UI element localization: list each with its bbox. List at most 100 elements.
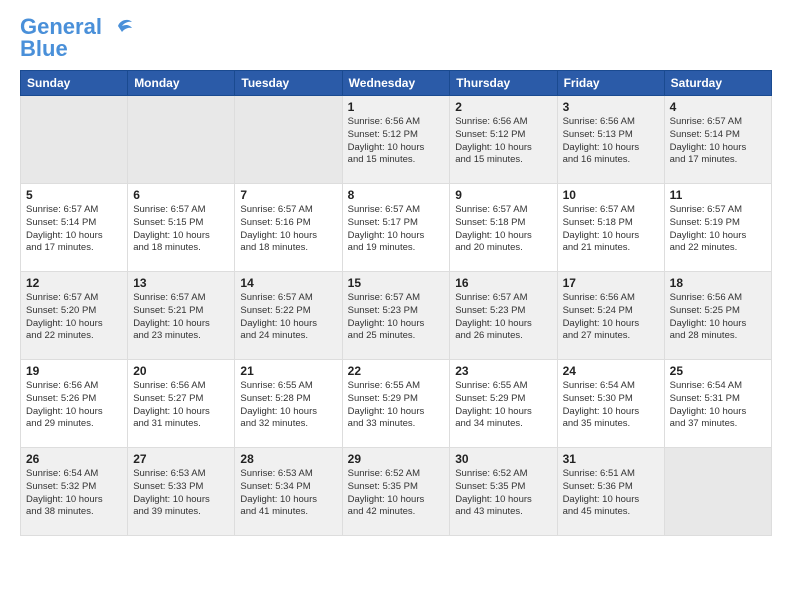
day-number: 20 — [133, 364, 229, 378]
cell-info: Sunrise: 6:55 AM Sunset: 5:29 PM Dayligh… — [455, 380, 551, 431]
day-number: 10 — [563, 188, 659, 202]
cell-info: Sunrise: 6:56 AM Sunset: 5:12 PM Dayligh… — [348, 116, 445, 167]
calendar-cell: 6 Sunrise: 6:57 AM Sunset: 5:15 PM Daylig… — [128, 184, 235, 272]
calendar-cell: 15 Sunrise: 6:57 AM Sunset: 5:23 PM Dayli… — [342, 272, 450, 360]
cell-info: Sunrise: 6:57 AM Sunset: 5:14 PM Dayligh… — [670, 116, 766, 167]
day-number: 6 — [133, 188, 229, 202]
day-number: 24 — [563, 364, 659, 378]
calendar-cell: 28Sunrise: 6:53 AM Sunset: 5:34 PM Dayli… — [235, 448, 342, 536]
calendar-cell: 18 Sunrise: 6:56 AM Sunset: 5:25 PM Dayli… — [664, 272, 771, 360]
weekday-header-cell: Wednesday — [342, 71, 450, 96]
cell-info: Sunrise: 6:56 AM Sunset: 5:13 PM Dayligh… — [563, 116, 659, 167]
day-number: 19 — [26, 364, 122, 378]
calendar-week-row: 1 Sunrise: 6:56 AM Sunset: 5:12 PM Daylig… — [21, 96, 772, 184]
calendar-cell: 3 Sunrise: 6:56 AM Sunset: 5:13 PM Daylig… — [557, 96, 664, 184]
calendar-cell: 14 Sunrise: 6:57 AM Sunset: 5:22 PM Dayli… — [235, 272, 342, 360]
page-container: General Blue SundayMondayTuesdayWednesda… — [0, 0, 792, 546]
calendar-table: SundayMondayTuesdayWednesdayThursdayFrid… — [20, 70, 772, 536]
calendar-cell: 31Sunrise: 6:51 AM Sunset: 5:36 PM Dayli… — [557, 448, 664, 536]
day-number: 3 — [563, 100, 659, 114]
day-number: 1 — [348, 100, 445, 114]
day-number: 31 — [563, 452, 659, 466]
calendar-cell: 17 Sunrise: 6:56 AM Sunset: 5:24 PM Dayli… — [557, 272, 664, 360]
calendar-week-row: 19 Sunrise: 6:56 AM Sunset: 5:26 PM Dayli… — [21, 360, 772, 448]
day-number: 9 — [455, 188, 551, 202]
calendar-cell: 23 Sunrise: 6:55 AM Sunset: 5:29 PM Dayli… — [450, 360, 557, 448]
weekday-header-cell: Monday — [128, 71, 235, 96]
calendar-cell: 19 Sunrise: 6:56 AM Sunset: 5:26 PM Dayli… — [21, 360, 128, 448]
day-number: 30 — [455, 452, 551, 466]
day-number: 28 — [240, 452, 336, 466]
weekday-header-cell: Thursday — [450, 71, 557, 96]
cell-info: Sunrise: 6:54 AM Sunset: 5:31 PM Dayligh… — [670, 380, 766, 431]
cell-info: Sunrise: 6:57 AM Sunset: 5:22 PM Dayligh… — [240, 292, 336, 343]
day-number: 8 — [348, 188, 445, 202]
calendar-cell: 22 Sunrise: 6:55 AM Sunset: 5:29 PM Dayli… — [342, 360, 450, 448]
day-number: 21 — [240, 364, 336, 378]
calendar-cell — [664, 448, 771, 536]
calendar-week-row: 12Sunrise: 6:57 AM Sunset: 5:20 PM Dayli… — [21, 272, 772, 360]
logo: General Blue — [20, 16, 132, 60]
cell-info: Sunrise: 6:55 AM Sunset: 5:29 PM Dayligh… — [348, 380, 445, 431]
day-number: 2 — [455, 100, 551, 114]
calendar-cell: 26 Sunrise: 6:54 AM Sunset: 5:32 PM Dayli… — [21, 448, 128, 536]
day-number: 11 — [670, 188, 766, 202]
cell-info: Sunrise: 6:57 AM Sunset: 5:15 PM Dayligh… — [133, 204, 229, 255]
logo-text: General Blue — [20, 16, 102, 60]
weekday-header-row: SundayMondayTuesdayWednesdayThursdayFrid… — [21, 71, 772, 96]
cell-info: Sunrise: 6:56 AM Sunset: 5:25 PM Dayligh… — [670, 292, 766, 343]
calendar-cell: 16Sunrise: 6:57 AM Sunset: 5:23 PM Dayli… — [450, 272, 557, 360]
day-number: 4 — [670, 100, 766, 114]
day-number: 5 — [26, 188, 122, 202]
cell-info: Sunrise: 6:56 AM Sunset: 5:27 PM Dayligh… — [133, 380, 229, 431]
day-number: 27 — [133, 452, 229, 466]
cell-info: Sunrise: 6:53 AM Sunset: 5:33 PM Dayligh… — [133, 468, 229, 519]
day-number: 22 — [348, 364, 445, 378]
day-number: 29 — [348, 452, 445, 466]
calendar-cell: 29 Sunrise: 6:52 AM Sunset: 5:35 PM Dayli… — [342, 448, 450, 536]
day-number: 7 — [240, 188, 336, 202]
weekday-header-cell: Friday — [557, 71, 664, 96]
calendar-cell — [128, 96, 235, 184]
calendar-cell: 27 Sunrise: 6:53 AM Sunset: 5:33 PM Dayli… — [128, 448, 235, 536]
calendar-cell: 21Sunrise: 6:55 AM Sunset: 5:28 PM Dayli… — [235, 360, 342, 448]
cell-info: Sunrise: 6:57 AM Sunset: 5:17 PM Dayligh… — [348, 204, 445, 255]
day-number: 17 — [563, 276, 659, 290]
cell-info: Sunrise: 6:57 AM Sunset: 5:14 PM Dayligh… — [26, 204, 122, 255]
logo-bird-icon — [104, 18, 132, 40]
cell-info: Sunrise: 6:54 AM Sunset: 5:30 PM Dayligh… — [563, 380, 659, 431]
cell-info: Sunrise: 6:57 AM Sunset: 5:23 PM Dayligh… — [348, 292, 445, 343]
cell-info: Sunrise: 6:57 AM Sunset: 5:16 PM Dayligh… — [240, 204, 336, 255]
day-number: 26 — [26, 452, 122, 466]
calendar-cell: 11 Sunrise: 6:57 AM Sunset: 5:19 PM Dayli… — [664, 184, 771, 272]
calendar-cell: 5 Sunrise: 6:57 AM Sunset: 5:14 PM Daylig… — [21, 184, 128, 272]
calendar-cell: 9Sunrise: 6:57 AM Sunset: 5:18 PM Daylig… — [450, 184, 557, 272]
weekday-header-cell: Tuesday — [235, 71, 342, 96]
calendar-cell: 7 Sunrise: 6:57 AM Sunset: 5:16 PM Daylig… — [235, 184, 342, 272]
cell-info: Sunrise: 6:57 AM Sunset: 5:18 PM Dayligh… — [563, 204, 659, 255]
cell-info: Sunrise: 6:56 AM Sunset: 5:26 PM Dayligh… — [26, 380, 122, 431]
day-number: 13 — [133, 276, 229, 290]
day-number: 15 — [348, 276, 445, 290]
calendar-cell: 25Sunrise: 6:54 AM Sunset: 5:31 PM Dayli… — [664, 360, 771, 448]
cell-info: Sunrise: 6:56 AM Sunset: 5:12 PM Dayligh… — [455, 116, 551, 167]
cell-info: Sunrise: 6:56 AM Sunset: 5:24 PM Dayligh… — [563, 292, 659, 343]
day-number: 18 — [670, 276, 766, 290]
calendar-cell: 12Sunrise: 6:57 AM Sunset: 5:20 PM Dayli… — [21, 272, 128, 360]
weekday-header-cell: Sunday — [21, 71, 128, 96]
cell-info: Sunrise: 6:57 AM Sunset: 5:19 PM Dayligh… — [670, 204, 766, 255]
day-number: 14 — [240, 276, 336, 290]
cell-info: Sunrise: 6:52 AM Sunset: 5:35 PM Dayligh… — [348, 468, 445, 519]
cell-info: Sunrise: 6:57 AM Sunset: 5:23 PM Dayligh… — [455, 292, 551, 343]
logo-blue: Blue — [20, 36, 68, 61]
cell-info: Sunrise: 6:54 AM Sunset: 5:32 PM Dayligh… — [26, 468, 122, 519]
day-number: 23 — [455, 364, 551, 378]
page-header: General Blue — [20, 16, 772, 60]
calendar-cell: 4 Sunrise: 6:57 AM Sunset: 5:14 PM Daylig… — [664, 96, 771, 184]
cell-info: Sunrise: 6:57 AM Sunset: 5:21 PM Dayligh… — [133, 292, 229, 343]
calendar-cell — [235, 96, 342, 184]
cell-info: Sunrise: 6:57 AM Sunset: 5:20 PM Dayligh… — [26, 292, 122, 343]
calendar-week-row: 26 Sunrise: 6:54 AM Sunset: 5:32 PM Dayli… — [21, 448, 772, 536]
calendar-cell: 20 Sunrise: 6:56 AM Sunset: 5:27 PM Dayli… — [128, 360, 235, 448]
calendar-cell: 8 Sunrise: 6:57 AM Sunset: 5:17 PM Daylig… — [342, 184, 450, 272]
